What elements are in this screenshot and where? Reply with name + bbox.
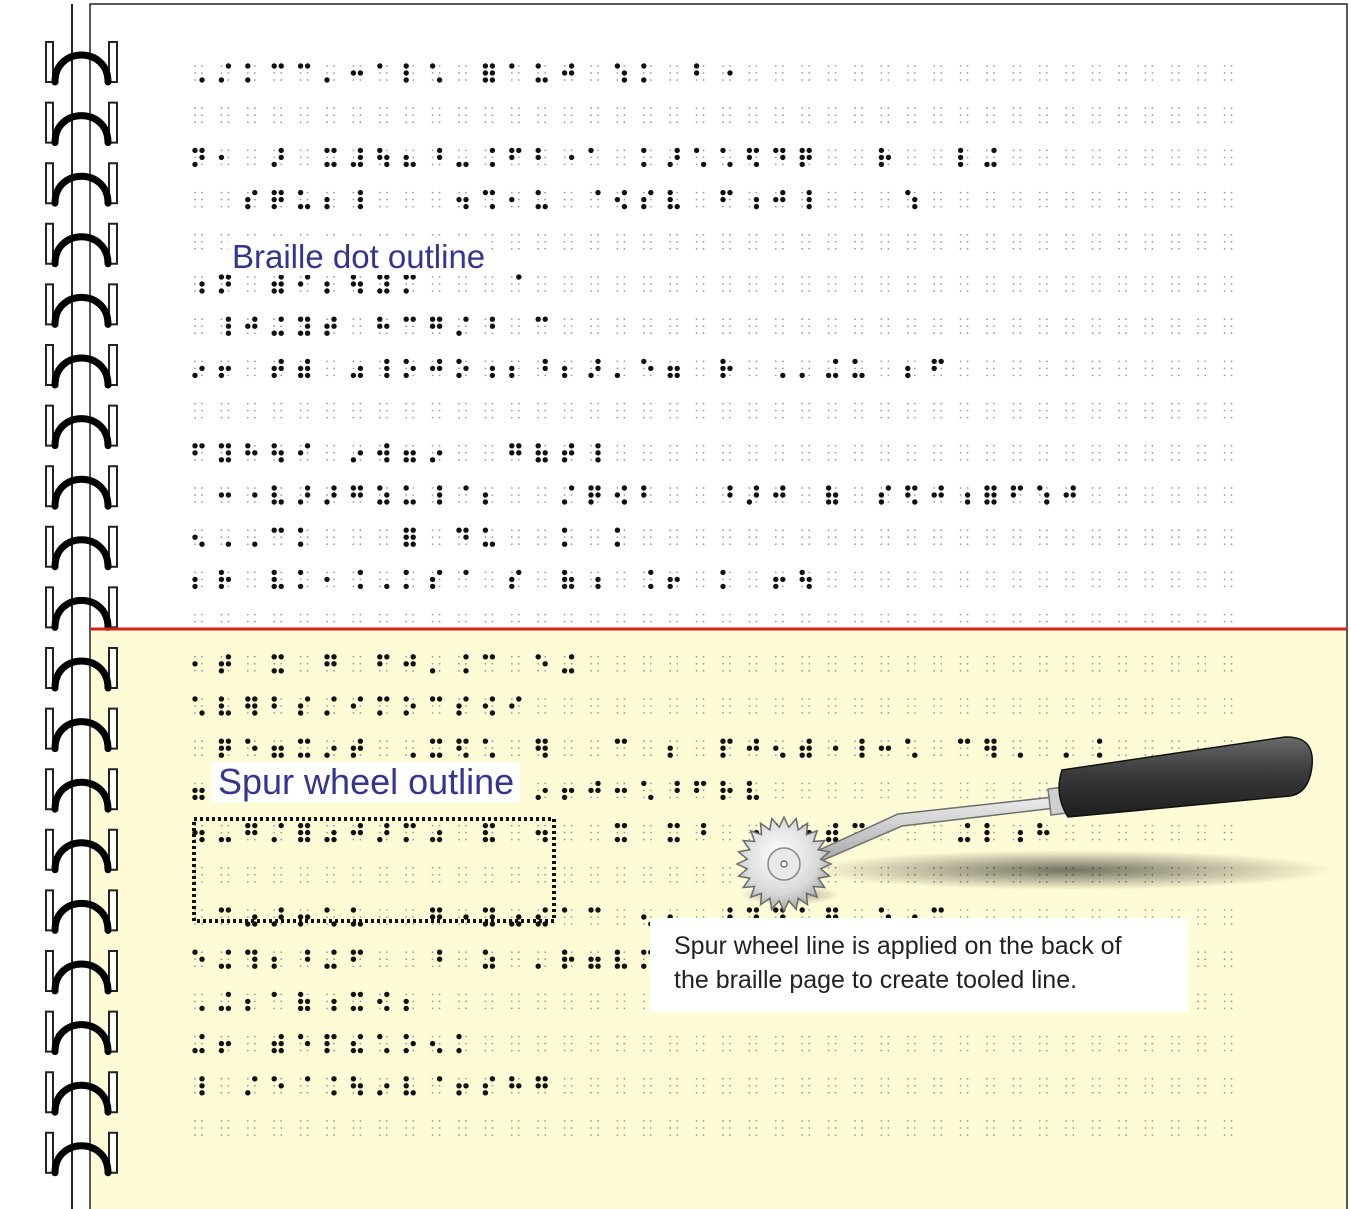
page-top — [90, 4, 1347, 629]
braille-dot-outline-label: Braille dot outline — [228, 238, 490, 275]
callout-line-2: the braille page to create tooled line. — [674, 966, 1078, 994]
braille-page-illustration — [45, 3, 1348, 1209]
spur-wheel-outline-label: Spur wheel outline — [212, 762, 521, 802]
callout-line-1: Spur wheel line is applied on the back o… — [674, 932, 1122, 960]
callout-box: Spur wheel line is applied on the back o… — [650, 918, 1188, 1012]
